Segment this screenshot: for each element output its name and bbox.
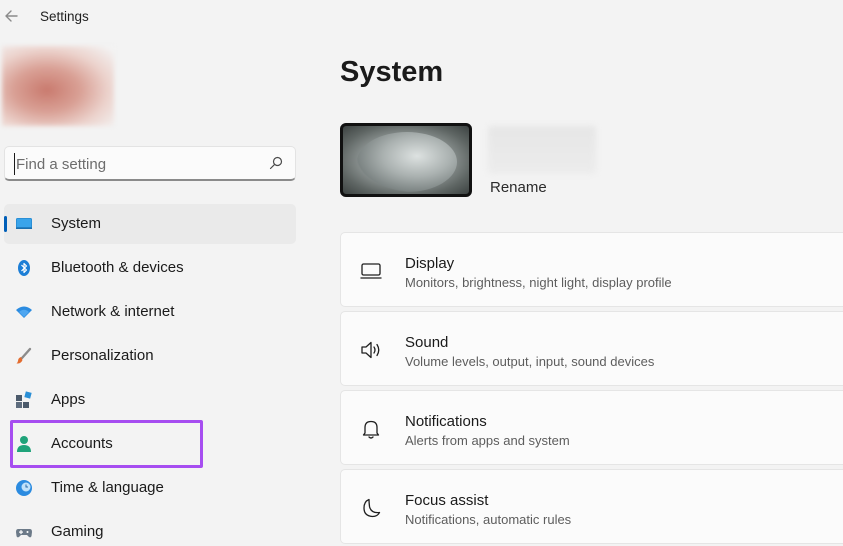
speaker-icon — [361, 341, 380, 359]
card-sound[interactable]: Sound Volume levels, output, input, soun… — [340, 311, 843, 386]
app-title: Settings — [40, 9, 89, 24]
sidebar-item-system[interactable]: System — [4, 204, 296, 244]
sidebar-item-network[interactable]: Network & internet — [4, 292, 296, 332]
title-bar: Settings — [0, 0, 843, 34]
globe-clock-icon — [16, 480, 32, 496]
bluetooth-icon — [18, 260, 30, 276]
monitor-icon — [16, 218, 32, 229]
sidebar-item-label: Personalization — [51, 347, 154, 364]
sidebar-item-time-language[interactable]: Time & language — [4, 468, 296, 508]
selection-indicator — [4, 216, 7, 232]
person-icon — [17, 436, 31, 452]
sidebar-item-bluetooth[interactable]: Bluetooth & devices — [4, 248, 296, 288]
gamepad-icon — [16, 529, 32, 538]
card-subtitle: Volume levels, output, input, sound devi… — [405, 354, 655, 369]
search-input[interactable] — [14, 153, 259, 175]
sidebar-item-accounts[interactable]: Accounts — [4, 424, 296, 464]
search-icon[interactable] — [269, 156, 283, 170]
sidebar-item-label: Time & language — [51, 479, 164, 496]
card-notifications[interactable]: Notifications Alerts from apps and syste… — [340, 390, 843, 465]
bell-icon — [362, 420, 380, 439]
card-subtitle: Monitors, brightness, night light, displ… — [405, 275, 672, 290]
apps-icon — [16, 391, 32, 408]
search-box[interactable] — [4, 146, 296, 181]
sidebar-item-apps[interactable]: Apps — [4, 380, 296, 420]
avatar[interactable] — [2, 46, 114, 126]
card-focus-assist[interactable]: Focus assist Notifications, automatic ru… — [340, 469, 843, 544]
settings-window: Settings System Bluetooth & devices — [0, 0, 843, 546]
sidebar-item-gaming[interactable]: Gaming — [4, 512, 296, 546]
wallpaper-image — [357, 132, 457, 192]
sidebar-item-label: Accounts — [51, 435, 113, 452]
sidebar-item-label: Apps — [51, 391, 86, 408]
card-display[interactable]: Display Monitors, brightness, night ligh… — [340, 232, 843, 307]
back-button[interactable] — [3, 6, 21, 26]
sidebar-item-label: Bluetooth & devices — [51, 259, 184, 276]
page-title: System — [340, 56, 444, 88]
sidebar-item-label: System — [51, 215, 102, 232]
card-title: Focus assist — [405, 492, 489, 509]
back-arrow-icon — [5, 10, 18, 22]
card-title: Notifications — [405, 413, 487, 430]
wifi-icon — [16, 306, 32, 318]
device-wallpaper-thumbnail — [340, 123, 472, 197]
display-icon — [360, 263, 382, 279]
system-settings-list: Display Monitors, brightness, night ligh… — [340, 232, 843, 546]
card-title: Display — [405, 255, 455, 272]
rename-link[interactable]: Rename — [490, 179, 547, 196]
device-name-blurred — [488, 126, 596, 174]
card-subtitle: Notifications, automatic rules — [405, 512, 572, 527]
card-subtitle: Alerts from apps and system — [405, 433, 570, 448]
sidebar-nav: System Bluetooth & devices Network & int… — [0, 204, 300, 546]
moon-icon — [363, 498, 381, 518]
sidebar-item-personalization[interactable]: Personalization — [4, 336, 296, 376]
sidebar-item-label: Gaming — [51, 523, 104, 540]
brush-icon — [16, 347, 32, 364]
sidebar-item-label: Network & internet — [51, 303, 175, 320]
card-title: Sound — [405, 334, 449, 351]
